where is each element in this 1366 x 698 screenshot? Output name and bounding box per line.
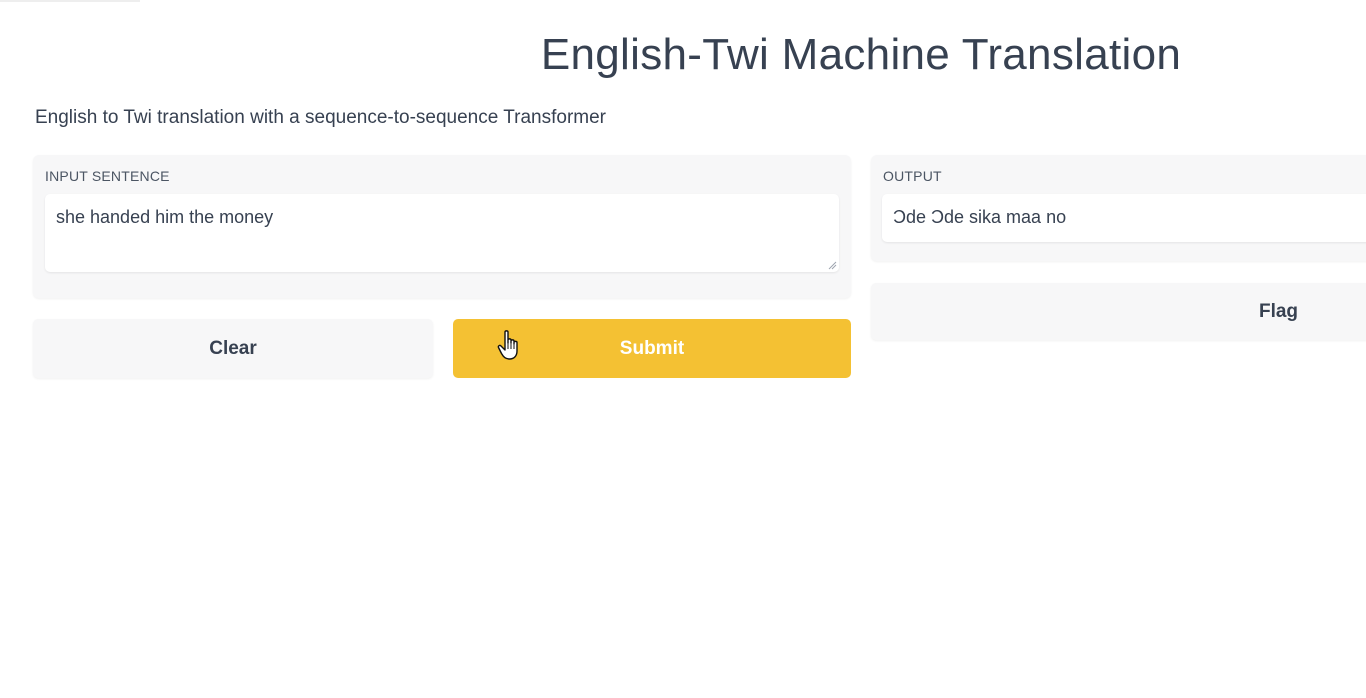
clear-button-label: Clear bbox=[209, 338, 257, 359]
output-value: Ɔde Ɔde sika maa no bbox=[893, 207, 1067, 227]
output-label: OUTPUT bbox=[883, 168, 942, 184]
output-panel: OUTPUT Ɔde Ɔde sika maa no bbox=[871, 155, 1366, 261]
app-page: English-Twi Machine Translation English … bbox=[0, 0, 1366, 698]
submit-button-label: Submit bbox=[619, 338, 685, 359]
output-textbox: Ɔde Ɔde sika maa no bbox=[882, 194, 1366, 242]
clear-button[interactable]: Clear bbox=[33, 319, 433, 378]
hand-pointer-icon bbox=[497, 330, 518, 360]
flag-button-label: Flag bbox=[1258, 301, 1299, 322]
flag-button[interactable]: Flag bbox=[871, 283, 1366, 340]
